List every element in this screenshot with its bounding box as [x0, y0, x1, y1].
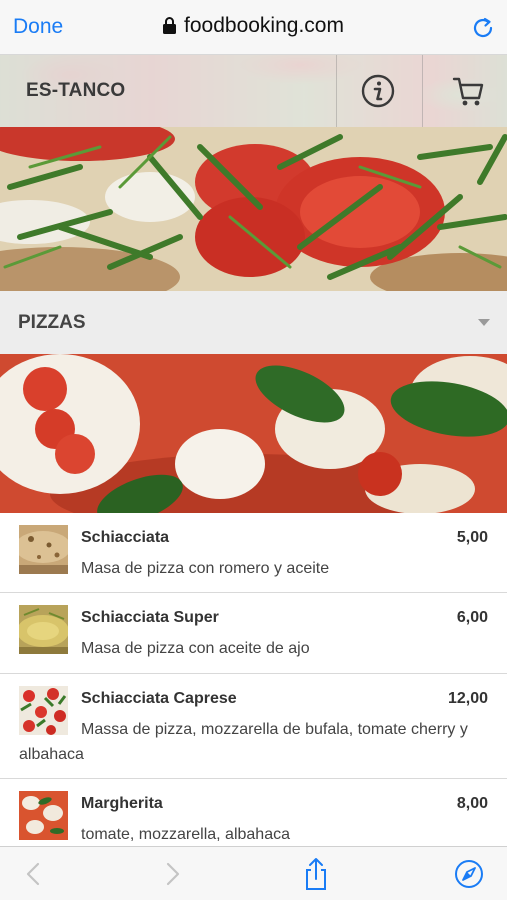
restaurant-name[interactable]: ES-TANCO — [26, 80, 125, 102]
dish-name: Margherita — [81, 795, 163, 812]
dish-name: Schiacciata Super — [81, 609, 219, 626]
chevron-down-icon[interactable] — [478, 319, 490, 326]
cart-button[interactable] — [422, 55, 507, 127]
dish-description: Masa de pizza con romero y aceite — [81, 560, 330, 577]
category-title: PIZZAS — [18, 312, 86, 333]
share-icon[interactable] — [300, 857, 332, 891]
dish-description: Massa de pizza, mozzarella de bufala, to… — [19, 721, 468, 763]
cart-icon — [452, 77, 484, 106]
reload-icon[interactable] — [471, 16, 495, 40]
dish-price: 12,00 — [447, 690, 488, 707]
dish-price: 5,00 — [456, 529, 488, 546]
info-button[interactable] — [336, 55, 422, 127]
dish-name: Schiacciata Caprese — [81, 690, 237, 707]
info-icon — [361, 74, 395, 108]
dish-description: Masa de pizza con aceite de ajo — [81, 640, 310, 657]
browser-bottom-toolbar — [0, 846, 507, 900]
menu-item[interactable]: Schiacciata 5,00 Masa de pizza con romer… — [0, 513, 507, 593]
compass-icon[interactable] — [453, 857, 485, 891]
category-header[interactable]: PIZZAS — [0, 291, 507, 354]
dish-price: 6,00 — [456, 609, 488, 626]
address-bar[interactable]: foodbooking.com — [0, 14, 507, 40]
dish-thumbnail — [19, 605, 68, 654]
back-icon[interactable] — [18, 857, 50, 891]
restaurant-header: ES-TANCO — [0, 55, 507, 127]
lock-icon — [163, 16, 177, 40]
url-text: foodbooking.com — [184, 14, 344, 37]
dish-thumbnail — [19, 525, 68, 574]
restaurant-banner-image — [0, 127, 507, 291]
category-image — [0, 354, 507, 513]
dish-description: tomate, mozzarella, albahaca — [81, 826, 290, 843]
forward-icon[interactable] — [156, 857, 188, 891]
menu-item[interactable]: Schiacciata Super 6,00 Masa de pizza con… — [0, 593, 507, 674]
dish-thumbnail — [19, 791, 68, 840]
menu-list: Schiacciata 5,00 Masa de pizza con romer… — [0, 513, 507, 859]
dish-price: 8,00 — [456, 795, 488, 812]
dish-name: Schiacciata — [81, 529, 170, 546]
browser-top-bar: Done foodbooking.com — [0, 0, 507, 55]
menu-item[interactable]: Schiacciata Caprese 12,00 Massa de pizza… — [0, 674, 507, 779]
